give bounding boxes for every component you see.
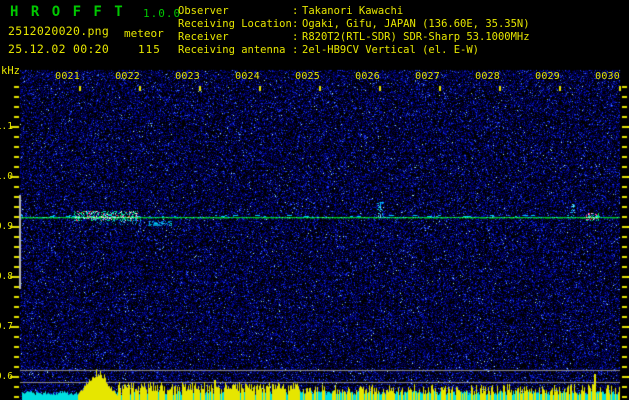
info-label: Receiving antenna xyxy=(178,44,286,56)
info-colon: : xyxy=(292,31,299,43)
info-value: Takanori Kawachi xyxy=(302,5,404,17)
info-value: R820T2(RTL-SDR) SDR-Sharp 53.1000MHz xyxy=(302,31,530,43)
x-axis-tick-label: 0022 xyxy=(115,71,140,82)
y-axis-unit-label: kHz xyxy=(1,65,20,77)
y-axis-tick-label: 0.8 xyxy=(0,271,13,282)
info-row-antenna: Receiving antenna:2el-HB9CV Vertical (el… xyxy=(178,44,479,56)
x-axis-tick-label: 0028 xyxy=(475,71,500,82)
info-row-observer: Observer: Takanori Kawachi xyxy=(178,5,403,17)
y-axis-tick-label: 0.7 xyxy=(0,321,13,332)
app-version: 1.0.0 xyxy=(143,7,182,20)
info-value: Ogaki, Gifu, JAPAN (136.60E, 35.35N) xyxy=(302,18,530,30)
x-axis-tick-label: 0027 xyxy=(415,71,440,82)
x-axis-tick-label: 0026 xyxy=(355,71,380,82)
echo-count: 115 xyxy=(138,43,161,56)
info-label: Receiving Location xyxy=(178,18,292,30)
info-label: Observer xyxy=(178,5,229,17)
y-axis-tick-label: 0.9 xyxy=(0,221,13,232)
info-colon: : xyxy=(292,44,299,56)
x-axis-tick-label: 0024 xyxy=(235,71,260,82)
x-axis-tick-label: 0030 xyxy=(595,71,620,82)
x-axis-tick-label: 0025 xyxy=(295,71,320,82)
y-axis-tick-label: 1.0 xyxy=(0,171,13,182)
info-value: 2el-HB9CV Vertical (el. E-W) xyxy=(302,44,480,56)
info-row-receiver: Receiver: R820T2(RTL-SDR) SDR-Sharp 53.10… xyxy=(178,31,530,43)
info-colon: : xyxy=(292,5,299,17)
y-axis-tick-label: 0.6 xyxy=(0,371,13,382)
x-axis-tick-label: 0021 xyxy=(55,71,80,82)
y-axis-tick-label: 1.1 xyxy=(0,121,13,132)
spectrogram-canvas xyxy=(0,0,629,400)
x-axis-tick-label: 0029 xyxy=(535,71,560,82)
hrofft-output: H R O F F T 1.0.0 2512020020.png meteor … xyxy=(0,0,629,400)
info-label: Receiver xyxy=(178,31,229,43)
info-colon: : xyxy=(292,18,299,30)
x-axis-tick-label: 0023 xyxy=(175,71,200,82)
observation-mode: meteor xyxy=(124,27,164,40)
timestamp: 25.12.02 00:20 xyxy=(8,42,110,56)
info-row-location: Receiving Location: Ogaki, Gifu, JAPAN (1… xyxy=(178,18,530,30)
output-filename: 2512020020.png xyxy=(8,24,110,38)
app-title: H R O F F T xyxy=(10,4,125,20)
